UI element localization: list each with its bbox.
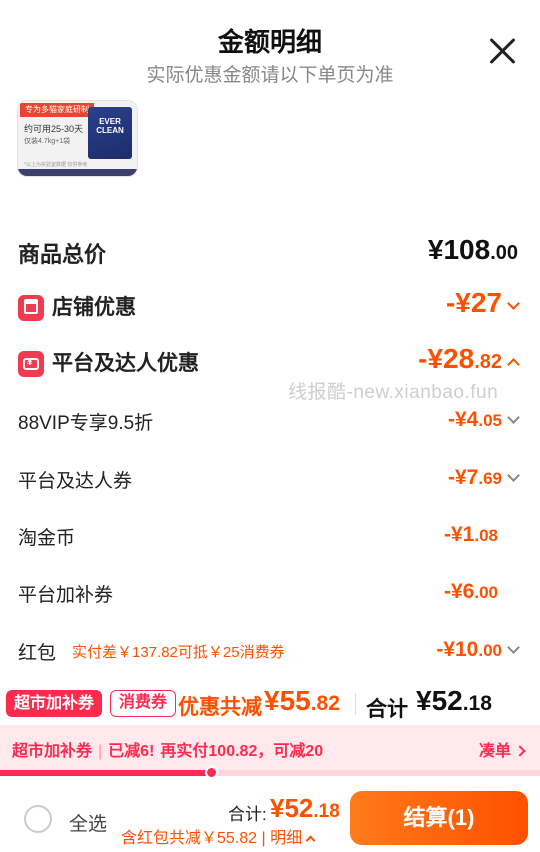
footer-detail-link[interactable]: 含红包共减￥55.82 | 明细 [121, 824, 316, 848]
product-bottom-stripe [18, 169, 137, 176]
chevron-down-icon [507, 469, 520, 482]
product-pack-text: 仅装4.7kg+1袋 [24, 138, 71, 145]
page-title: 金额明细 [217, 27, 322, 57]
savings-amount: ¥55.82 [264, 685, 340, 716]
checkout-button[interactable]: 结算(1) [350, 791, 528, 845]
total-price-value: ¥108.00 [427, 234, 518, 265]
detail-value: -¥10.00 [436, 638, 520, 662]
watermark: 线报酷-new.xianbao.fun [288, 382, 499, 403]
redpacket-note: 实付差￥137.82可抵￥25消费券 [72, 644, 285, 661]
shop-icon [18, 295, 44, 322]
detail-row-coupon[interactable]: 平台及达人券 -¥7.69 [0, 464, 540, 498]
promo-progress-fill [0, 770, 211, 776]
promo-text: 超市加补券 | 已减6! 再实付100.82，可减20 [12, 743, 324, 760]
detail-value: -¥7.69 [448, 466, 520, 490]
header: 金额明细 实际优惠金额请以下单页为准 [0, 0, 540, 95]
supermarket-coupon-tag: 超市加补券 [6, 690, 103, 717]
detail-row-vip[interactable]: 88VIP专享9.5折 -¥4.05 [0, 406, 540, 440]
coupon-icon [18, 351, 44, 378]
product-badge: 专为多猫家庭研制 [20, 103, 94, 117]
chevron-down-icon [507, 641, 520, 654]
product-usage-text: 约可用25-30天 [24, 124, 84, 134]
footer-total-label: 合计: [228, 805, 267, 824]
shop-discount-value: -¥27 [446, 287, 520, 319]
detail-row-redpacket[interactable]: 红包 实付差￥137.82可抵￥25消费券 -¥10.00 [0, 636, 540, 670]
shop-discount-row[interactable]: 店铺优惠 -¥27 [0, 287, 540, 327]
detail-label: 88VIP专享9.5折 [18, 413, 154, 434]
platform-discount-label: 平台及达人优惠 [52, 352, 199, 375]
detail-value: -¥1.08 [444, 523, 498, 546]
checkout-footer: 全选 合计: ¥52.18 含红包共减￥55.82 | 明细 结算(1) [0, 780, 540, 852]
consumer-coupon-tag: 消费券 [110, 690, 177, 717]
total-price-row: 商品总价 ¥108.00 [0, 232, 540, 272]
footer-total-amount: ¥52.18 [270, 793, 340, 823]
savings-label: 优惠共减 [178, 696, 262, 719]
total-price-label: 商品总价 [18, 242, 107, 267]
product-thumbnail[interactable]: 专为多猫家庭研制 约可用25-30天 仅装4.7kg+1袋 EVER CLEAN… [17, 100, 138, 177]
chevron-down-icon [507, 411, 520, 424]
chevron-up-icon [507, 358, 520, 371]
detail-value: -¥6.00 [444, 580, 498, 603]
add-items-link[interactable]: 凑单 [479, 737, 526, 761]
detail-row-coins: 淘金币 -¥1.08 [0, 521, 540, 555]
total-amount: ¥52.18 [416, 685, 492, 716]
close-icon[interactable] [488, 36, 518, 66]
detail-label: 淘金币 [18, 528, 76, 549]
product-fineprint: *以上为实验室数据 仅供参考 [24, 162, 88, 168]
detail-label: 平台加补券 [18, 585, 114, 606]
promo-strip: 超市加补券 | 已减6! 再实付100.82，可减20 凑单 [0, 725, 540, 770]
select-all-checkbox[interactable] [24, 805, 52, 833]
divider [355, 693, 356, 715]
product-brand: EVER CLEAN [96, 117, 124, 135]
detail-row-subsidy: 平台加补券 -¥6.00 [0, 578, 540, 612]
savings-summary-bar: 超市加补券 消费券 优惠共减 ¥55.82 合计 ¥52.18 [0, 683, 540, 725]
promo-progress [0, 766, 540, 779]
detail-value: -¥4.05 [448, 408, 520, 432]
total-label: 合计 [366, 698, 408, 721]
select-all-label[interactable]: 全选 [69, 809, 107, 836]
chevron-down-icon [507, 297, 520, 310]
shop-discount-label: 店铺优惠 [52, 296, 136, 319]
detail-label: 红包 [18, 643, 57, 664]
detail-label: 平台及达人券 [18, 471, 133, 492]
promo-progress-knob [205, 766, 218, 779]
platform-discount-value: -¥28.82 [418, 343, 520, 375]
chevron-right-icon [514, 745, 526, 757]
page-subtitle: 实际优惠金额请以下单页为准 [146, 65, 394, 86]
chevron-up-icon [305, 835, 316, 846]
